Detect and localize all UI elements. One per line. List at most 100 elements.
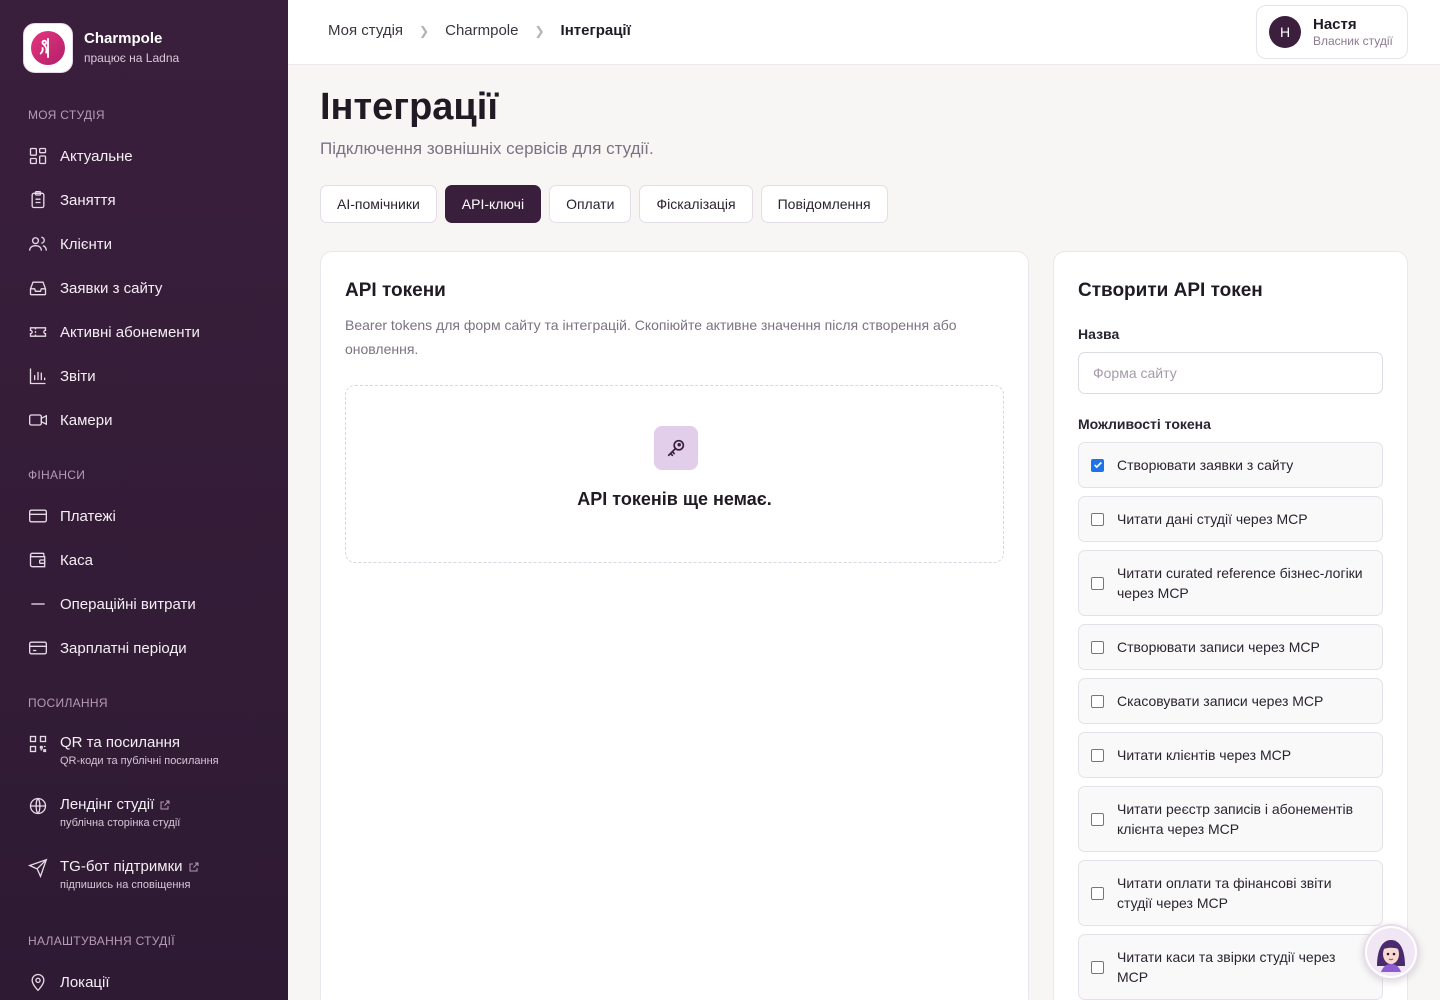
sidebar-item-label: TG-бот підтримки xyxy=(60,858,183,875)
capability-label: Створювати записи через MCP xyxy=(1117,639,1320,655)
send-icon xyxy=(28,858,48,878)
breadcrumb-item-studio[interactable]: Моя студія xyxy=(328,22,403,39)
section-title-my-studio: Моя студія xyxy=(28,108,105,122)
tab-ai-assistants[interactable]: AI-помічники xyxy=(320,185,437,223)
sidebar-item-actual[interactable]: Актуальне xyxy=(28,145,133,167)
create-token-title: Створити API токен xyxy=(1078,280,1263,301)
capability-label: Читати реєстр записів і абонементів кліє… xyxy=(1117,801,1354,837)
external-link-icon xyxy=(160,800,170,810)
ticket-icon xyxy=(29,327,47,337)
sidebar-item-label: Каса xyxy=(60,551,93,569)
capability-read-clients[interactable]: Читати клієнтів через MCP xyxy=(1078,732,1383,778)
tab-api-keys[interactable]: API-ключі xyxy=(444,185,542,223)
checkbox[interactable] xyxy=(1091,512,1104,526)
user-menu[interactable]: Н Настя Власник студії xyxy=(1256,5,1408,59)
empty-state-text: API токенів ще немає. xyxy=(577,489,772,509)
sidebar-item-label: Лендінг студії xyxy=(60,796,155,813)
checkbox[interactable] xyxy=(1091,694,1104,708)
sidebar-item-qr-links[interactable]: QR та посилання QR-коди та публічні поси… xyxy=(28,734,219,767)
topbar: Моя студія ❯ Charmpole ❯ Інтеграції Н На… xyxy=(288,0,1440,65)
checkbox[interactable] xyxy=(1091,960,1104,974)
integration-tabs: AI-помічники API-ключі Оплати Фіскалізац… xyxy=(320,185,888,223)
checkbox[interactable] xyxy=(1091,576,1104,590)
sidebar-item-operating-expenses[interactable]: Операційні витрати xyxy=(28,593,196,615)
checkbox[interactable] xyxy=(1091,812,1104,826)
chevron-right-icon: ❯ xyxy=(419,23,430,38)
capability-read-payments-reports[interactable]: Читати оплати та фінансові звіти студії … xyxy=(1078,860,1383,926)
sidebar-item-label: Зарплатні періоди xyxy=(60,639,187,657)
checkbox[interactable] xyxy=(1091,748,1104,762)
capability-label: Читати оплати та фінансові звіти студії … xyxy=(1117,875,1332,911)
checkbox[interactable] xyxy=(1091,640,1104,654)
sidebar-item-label: Заняття xyxy=(60,191,116,209)
sidebar-item-label: QR та посилання xyxy=(60,734,181,751)
capability-create-bookings[interactable]: Створювати записи через MCP xyxy=(1078,624,1383,670)
key-icon xyxy=(654,426,698,470)
grid-icon xyxy=(29,147,47,165)
tab-notifications[interactable]: Повідомлення xyxy=(760,185,888,223)
capability-label: Скасовувати записи через MCP xyxy=(1117,693,1324,709)
sidebar-item-label: Клієнти xyxy=(60,235,113,253)
sidebar-item-payments[interactable]: Платежі xyxy=(28,505,116,527)
external-link-icon xyxy=(189,862,199,872)
clipboard-icon xyxy=(31,191,45,209)
sidebar-item-payroll-periods[interactable]: Зарплатні періоди xyxy=(28,637,187,659)
tab-payments[interactable]: Оплати xyxy=(549,185,632,223)
capability-read-client-registry[interactable]: Читати реєстр записів і абонементів кліє… xyxy=(1078,786,1383,852)
sidebar-item-cash[interactable]: Каса xyxy=(28,549,93,571)
token-capabilities-label: Можливості токена xyxy=(1078,416,1211,432)
capability-label: Читати curated reference бізнес-логіки ч… xyxy=(1117,565,1363,601)
sidebar-item-label: Платежі xyxy=(60,507,116,525)
empty-state: API токенів ще немає. xyxy=(345,385,1004,563)
avatar: Н xyxy=(1269,16,1301,48)
token-name-input[interactable] xyxy=(1078,352,1383,394)
sidebar-item-studio-landing[interactable]: Лендінг студії публічна сторінка студії xyxy=(28,796,180,829)
sidebar-item-cameras[interactable]: Камери xyxy=(28,409,112,431)
wallet-icon xyxy=(29,552,46,568)
section-title-links: Посилання xyxy=(28,696,108,710)
capability-label: Читати клієнтів через MCP xyxy=(1117,747,1292,763)
token-name-label: Назва xyxy=(1078,326,1120,342)
capability-label: Створювати заявки з сайту xyxy=(1117,457,1294,473)
sidebar-item-sublabel: підпишись на сповіщення xyxy=(60,879,191,891)
checkbox-checked[interactable] xyxy=(1091,458,1104,472)
breadcrumb: Моя студія ❯ Charmpole ❯ Інтеграції xyxy=(328,22,631,39)
page-subtitle: Підключення зовнішніх сервісів для студі… xyxy=(320,139,654,158)
brand-name: Charmpole xyxy=(84,30,163,47)
user-role: Власник студії xyxy=(1313,33,1393,48)
sidebar-item-site-requests[interactable]: Заявки з сайту xyxy=(28,277,162,299)
api-tokens-card: API токени Bearer tokens для форм сайту … xyxy=(320,251,1029,1000)
users-icon xyxy=(29,236,47,251)
sidebar-item-label: Звіти xyxy=(60,367,96,385)
globe-icon xyxy=(29,797,47,815)
section-title-finance: Фінанси xyxy=(28,468,86,482)
sidebar-item-clients[interactable]: Клієнти xyxy=(28,233,112,255)
brand[interactable]: Charmpole працює на Ladna xyxy=(23,23,179,73)
sidebar-item-tg-bot[interactable]: TG-бот підтримки підпишись на сповіщення xyxy=(28,858,200,891)
sidebar-item-reports[interactable]: Звіти xyxy=(28,365,96,387)
create-token-card: Створити API токен Назва Можливості токе… xyxy=(1053,251,1408,1000)
minus-icon xyxy=(31,603,45,605)
sidebar-item-locations[interactable]: Локації xyxy=(28,971,110,993)
sidebar-item-sublabel: QR-коди та публічні посилання xyxy=(60,755,219,767)
capability-read-cash-reconciliation[interactable]: Читати каси та звірки студії через MCP xyxy=(1078,934,1383,1000)
sidebar-item-label: Камери xyxy=(60,411,113,429)
breadcrumb-item-charmpole[interactable]: Charmpole xyxy=(445,22,518,39)
breadcrumb-item-current: Інтеграції xyxy=(560,22,631,39)
capability-read-business-logic[interactable]: Читати curated reference бізнес-логіки ч… xyxy=(1078,550,1383,616)
sidebar-item-active-subscriptions[interactable]: Активні абонементи xyxy=(28,321,200,343)
pole-dancer-logo-icon xyxy=(31,31,65,65)
checkbox[interactable] xyxy=(1091,886,1104,900)
capability-create-site-requests[interactable]: Створювати заявки з сайту xyxy=(1078,442,1383,488)
sidebar-item-label: Активні абонементи xyxy=(60,323,200,341)
assistant-avatar-button[interactable] xyxy=(1363,924,1419,980)
capability-read-studio-data[interactable]: Читати дані студії через MCP xyxy=(1078,496,1383,542)
api-tokens-description: Bearer tokens для форм сайту та інтеграц… xyxy=(345,317,957,357)
sidebar-item-classes[interactable]: Заняття xyxy=(28,189,116,211)
brand-subtitle: працює на Ladna xyxy=(84,51,180,65)
capability-cancel-bookings[interactable]: Скасовувати записи через MCP xyxy=(1078,678,1383,724)
api-tokens-title: API токени xyxy=(345,280,446,301)
inbox-icon xyxy=(29,281,47,296)
tab-fiscalization[interactable]: Фіскалізація xyxy=(639,185,753,223)
sidebar: Charmpole працює на Ladna Моя студія Акт… xyxy=(0,0,288,1000)
